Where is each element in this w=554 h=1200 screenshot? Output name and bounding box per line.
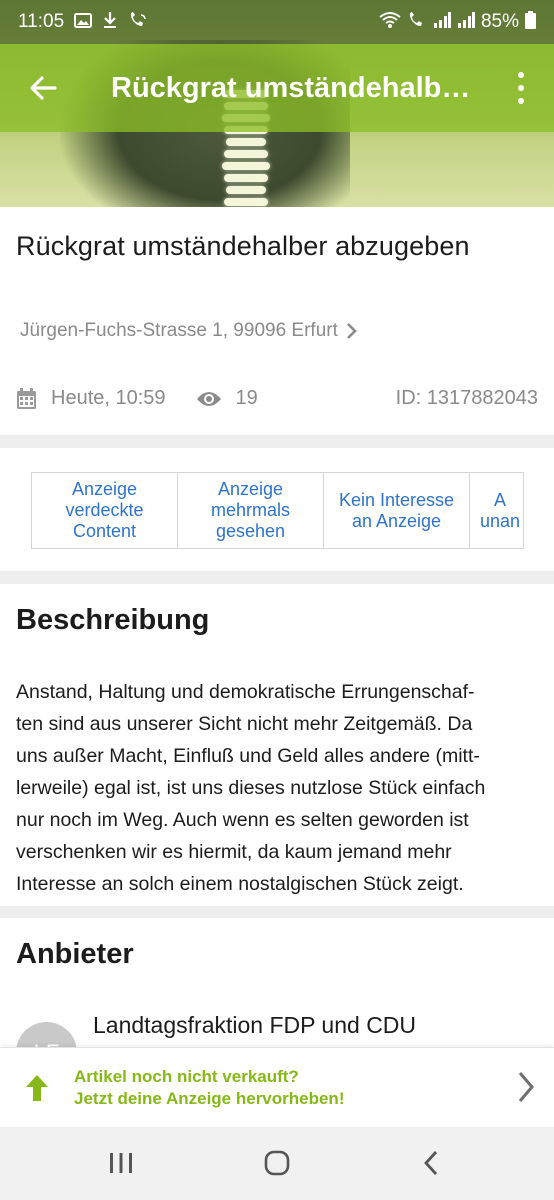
eye-icon: [196, 391, 221, 406]
report-hidden-content-button[interactable]: Anzeige verdeckte Content: [32, 473, 178, 548]
status-time: 11:05: [18, 11, 65, 32]
app-toolbar: Rückgrat umständehalbe…: [0, 44, 554, 132]
description-card: Beschreibung Anstand, Haltung und demokr…: [0, 584, 554, 906]
recents-button[interactable]: [101, 1147, 141, 1179]
promote-ad-banner[interactable]: Artikel noch nicht verkauft? Jetzt deine…: [0, 1047, 554, 1127]
nav-back-icon: [424, 1151, 438, 1175]
not-interested-label: Kein Interesse an Anzeige: [338, 489, 455, 531]
nav-back-button[interactable]: [411, 1147, 451, 1179]
chevron-right-icon: [518, 1072, 534, 1102]
more-vertical-icon: [518, 72, 524, 78]
signal-icon: [457, 12, 475, 32]
description-heading: Beschreibung: [16, 604, 210, 636]
chevron-right-icon: [346, 323, 357, 339]
report-actions: Anzeige verdeckte Content Anzeige mehrma…: [31, 472, 524, 549]
arrow-left-icon: [30, 76, 57, 100]
battery-level: 85%: [480, 11, 519, 32]
image-icon: [74, 12, 93, 32]
home-button[interactable]: [257, 1147, 297, 1179]
report-inappropriate-label: A unan: [479, 489, 521, 531]
wifi-icon: [379, 11, 401, 33]
download-icon: [102, 11, 118, 33]
battery-icon: [525, 11, 536, 33]
home-icon: [264, 1150, 290, 1176]
meta-row: Heute, 10:59 19 ID: 1317882043: [16, 387, 538, 410]
seller-name[interactable]: Landtagsfraktion FDP und CDU: [93, 1012, 416, 1039]
report-seen-multiple-label: Anzeige mehrmals gesehen: [210, 479, 290, 541]
not-interested-button[interactable]: Kein Interesse an Anzeige: [324, 473, 470, 548]
recents-icon: [110, 1153, 132, 1173]
wifi-call-icon: [407, 11, 427, 33]
arrow-up-icon: [0, 1073, 74, 1103]
report-seen-multiple-button[interactable]: Anzeige mehrmals gesehen: [178, 473, 324, 548]
description-text: Anstand, Haltung und demokratische Errun…: [16, 681, 486, 895]
view-count: 19: [235, 387, 258, 409]
status-bar: 11:05 85%: [0, 0, 554, 44]
more-options-button[interactable]: [506, 72, 536, 104]
ad-info-card: Rückgrat umständehalber abzugeben Jürgen…: [0, 207, 554, 435]
report-hidden-content-label: Anzeige verdeckte Content: [65, 479, 144, 541]
system-nav-bar: [0, 1127, 554, 1200]
promo-line-2: Jetzt deine Anzeige hervorheben!: [74, 1088, 345, 1108]
posted-date: Heute, 10:59: [51, 387, 166, 409]
back-button[interactable]: [0, 44, 86, 132]
report-inappropriate-button[interactable]: A unan: [470, 473, 523, 548]
toolbar-title: Rückgrat umständehalbe…: [111, 71, 481, 104]
signal-icon: [433, 12, 451, 32]
promo-line-1: Artikel noch nicht verkauft?: [74, 1066, 299, 1086]
calendar-icon: [17, 387, 36, 409]
seller-heading: Anbieter: [16, 938, 134, 970]
ad-title: Rückgrat umständehalber abzugeben: [16, 231, 470, 261]
wifi-call-icon: [128, 11, 148, 33]
report-actions-card: Anzeige verdeckte Content Anzeige mehrma…: [0, 448, 554, 571]
ad-id: ID: 1317882043: [395, 387, 538, 409]
address-text: Jürgen-Fuchs-Strasse 1, 99096 Erfurt: [20, 320, 338, 341]
address-link[interactable]: Jürgen-Fuchs-Strasse 1, 99096 Erfurt: [20, 320, 358, 342]
